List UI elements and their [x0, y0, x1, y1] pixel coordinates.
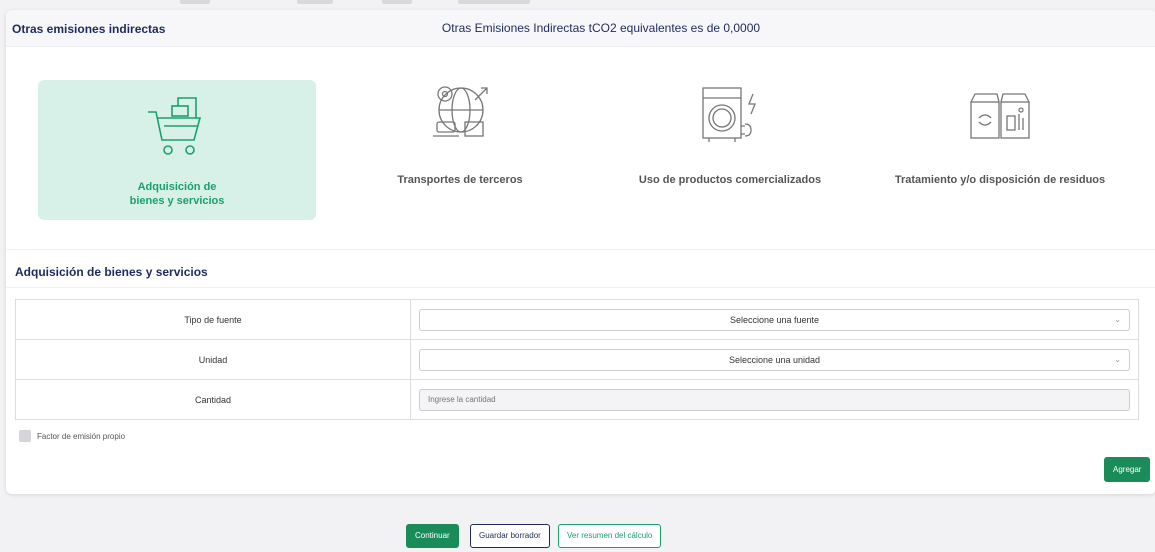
category-selector: Adquisición de bienes y servicios Transp…: [6, 47, 1155, 250]
category-label: Transportes de terceros: [397, 174, 523, 186]
cantidad-input[interactable]: [419, 388, 1130, 411]
cantidad-label: Cantidad: [15, 379, 411, 420]
emissions-card: Otras emisiones indirectas Otras Emision…: [6, 10, 1155, 494]
top-tab[interactable]: [297, 0, 333, 4]
category-label: Uso de productos comercializados: [638, 174, 822, 186]
top-tab-strip: [0, 0, 1155, 4]
guardar-borrador-button[interactable]: Guardar borrador: [470, 524, 550, 548]
section-title: Adquisición de bienes y servicios: [15, 265, 208, 279]
tipo-fuente-label: Tipo de fuente: [15, 299, 411, 340]
form-row-tipo-fuente: Tipo de fuente Seleccione una fuente ⌄: [15, 299, 1139, 340]
continuar-button[interactable]: Continuar: [406, 524, 459, 548]
emission-form: Tipo de fuente Seleccione una fuente ⌄ U…: [15, 299, 1139, 420]
unidad-select[interactable]: Seleccione una unidad ⌄: [419, 348, 1130, 371]
category-residuos[interactable]: Tratamiento y/o disposición de residuos: [861, 80, 1139, 220]
form-row-unidad: Unidad Seleccione una unidad ⌄: [15, 339, 1139, 380]
category-label: Tratamiento y/o disposición de residuos: [894, 174, 1106, 186]
factor-propio-checkbox[interactable]: [19, 430, 31, 442]
factor-propio-label: Factor de emisión propio: [37, 431, 126, 441]
category-adquisicion[interactable]: Adquisición de bienes y servicios: [38, 80, 316, 220]
agregar-button[interactable]: Agregar: [1104, 457, 1151, 482]
top-tab[interactable]: [180, 0, 210, 4]
category-uso-productos[interactable]: Uso de productos comercializados: [591, 80, 869, 220]
chevron-down-icon: ⌄: [1114, 354, 1121, 364]
washing-machine-icon: [702, 87, 756, 142]
recycle-bins-icon: [970, 93, 1030, 139]
card-header: Otras emisiones indirectas Otras Emision…: [6, 10, 1155, 47]
category-transportes[interactable]: Transportes de terceros: [321, 80, 599, 220]
chevron-down-icon: ⌄: [1114, 314, 1121, 324]
section-divider: [6, 287, 1155, 288]
top-tab[interactable]: [458, 0, 530, 4]
top-tab[interactable]: [382, 0, 412, 4]
factor-propio-row: Factor de emisión propio: [19, 430, 125, 442]
shopping-cart-icon: [148, 97, 202, 155]
tipo-fuente-select[interactable]: Seleccione una fuente ⌄: [419, 308, 1130, 331]
category-label: Adquisición de bienes y servicios: [129, 181, 225, 207]
ver-resumen-button[interactable]: Ver resumen del cálculo: [558, 524, 662, 548]
transport-globe-icon: [433, 86, 488, 137]
emissions-total: Otras Emisiones Indirectas tCO2 equivale…: [441, 21, 761, 35]
form-row-cantidad: Cantidad: [15, 379, 1139, 420]
unidad-label: Unidad: [15, 339, 411, 380]
